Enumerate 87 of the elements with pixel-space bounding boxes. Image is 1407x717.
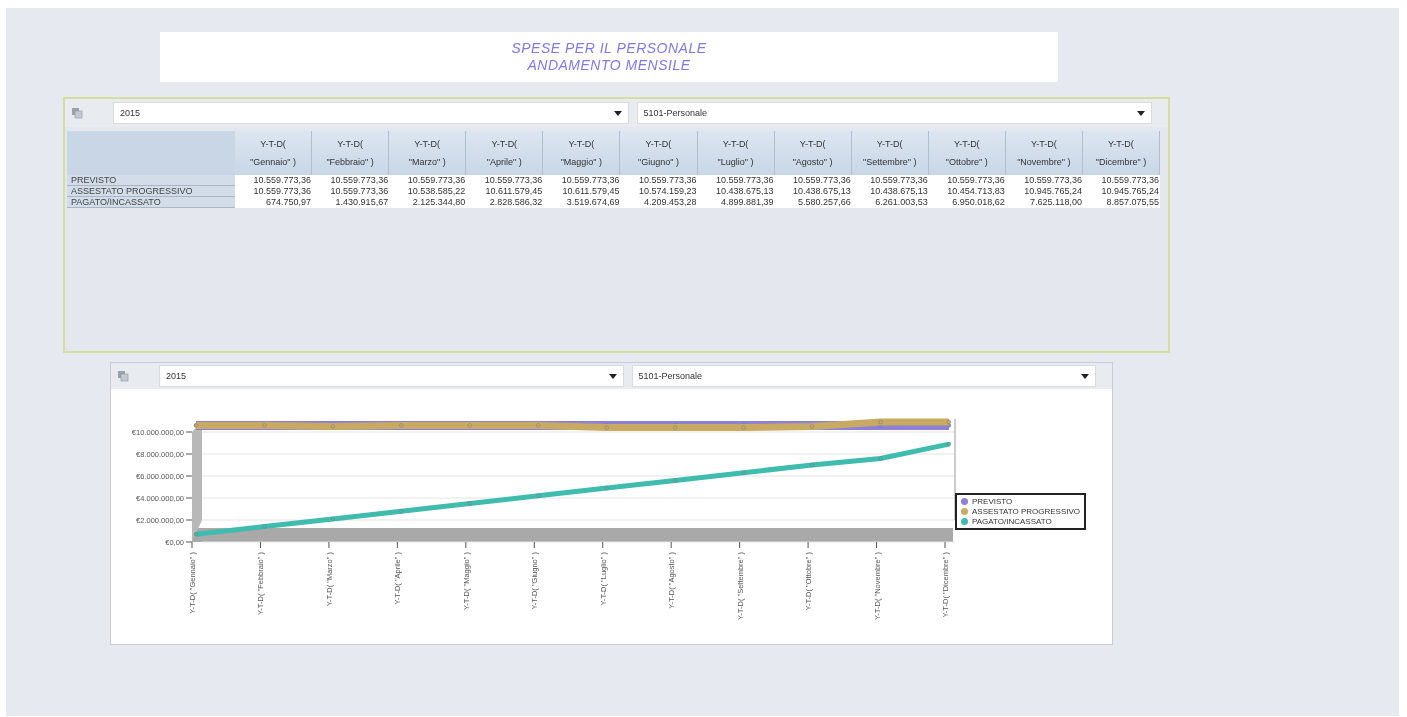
data-point <box>741 470 746 475</box>
table-cell: 10.574.159,23 <box>620 186 698 197</box>
axis-tick <box>185 497 193 499</box>
caret-icon <box>1081 373 1089 379</box>
legend-label: PREVISTO <box>972 497 1013 506</box>
axis-tick <box>185 431 193 433</box>
page-title: SPESE PER IL PERSONALE <box>511 40 707 57</box>
column-header: Y-T-D( "Novembre" ) <box>1005 131 1083 175</box>
column-header: Y-T-D( "Luglio" ) <box>697 131 775 175</box>
table-cell: 10.559.773,36 <box>235 175 313 186</box>
table-cell: 1.430.915,67 <box>312 197 390 208</box>
column-header: Y-T-D( "Agosto" ) <box>774 131 852 175</box>
table-cell: 674.750,97 <box>235 197 313 208</box>
data-point <box>878 456 883 461</box>
table-cell: 10.438.675,13 <box>851 186 929 197</box>
copy-icon[interactable] <box>71 107 83 119</box>
table-cell: 10.559.773,36 <box>312 175 390 186</box>
column-header: Y-T-D( "Aprile" ) <box>466 131 544 175</box>
table-cell: 3.519.674,69 <box>543 197 621 208</box>
column-header: Y-T-D( "Gennaio" ) <box>235 131 313 175</box>
column-header: Y-T-D( "Febbraio" ) <box>312 131 390 175</box>
table-cell: 10.559.773,36 <box>851 175 929 186</box>
table-cell: 10.559.773,36 <box>466 175 544 186</box>
axis-tick <box>185 453 193 455</box>
caret-icon <box>608 373 617 379</box>
table-cell: 10.611.579,45 <box>466 186 544 197</box>
copy-icon[interactable] <box>117 370 129 382</box>
caret-icon <box>1137 110 1145 116</box>
data-point <box>536 493 541 498</box>
column-header: Y-T-D( "Maggio" ) <box>543 131 621 175</box>
table-cell: 10.559.773,36 <box>1082 175 1160 186</box>
table-cell: 7.625.118,00 <box>1005 197 1083 208</box>
legend-label: PAGATO/INCASSATO <box>972 517 1052 526</box>
caret-icon <box>613 110 622 116</box>
data-point <box>193 532 199 537</box>
table-cell: 10.438.675,13 <box>774 186 852 197</box>
data-point <box>262 524 267 529</box>
table-cell: 10.559.773,36 <box>774 175 852 186</box>
axis-tick <box>185 475 193 477</box>
data-point <box>673 478 678 483</box>
table-cell: 4.899.881,39 <box>697 197 775 208</box>
table-cell: 10.611.579,45 <box>543 186 621 197</box>
column-header: Y-T-D( "Marzo" ) <box>389 131 467 175</box>
column-header: Y-T-D( "Dicembre" ) <box>1082 131 1160 175</box>
table-cell: 10.559.773,36 <box>543 175 621 186</box>
table-cell: 10.559.773,36 <box>235 186 313 197</box>
table-cell: 10.438.675,13 <box>697 186 775 197</box>
data-point <box>810 462 815 468</box>
column-header: Y-T-D( "Giugno" ) <box>620 131 698 175</box>
table-cell: 2.125.344,80 <box>389 197 467 208</box>
axis-tick <box>185 519 193 521</box>
data-point <box>467 501 472 506</box>
data-point <box>946 442 952 447</box>
column-header: Y-T-D( "Settembre" ) <box>851 131 929 175</box>
data-point <box>741 425 746 430</box>
row-header: PAGATO/INCASSATO <box>67 197 235 208</box>
dropdown[interactable]: 5101-Personale <box>631 365 1096 387</box>
table-cell: 10.559.773,36 <box>928 175 1006 186</box>
data-point <box>810 424 815 429</box>
column-header: Y-T-D( "Ottobre" ) <box>928 131 1006 175</box>
page-title: ANDAMENTO MENSILE <box>527 57 691 74</box>
table-cell: 8.857.075,55 <box>1082 197 1160 208</box>
row-header: PREVISTO <box>67 175 235 186</box>
data-point <box>604 425 609 430</box>
table-cell: 2.828.586,32 <box>466 197 544 208</box>
legend-label: ASSESTATO PROGRESSIVO <box>972 507 1081 516</box>
table-cell: 10.454.713,83 <box>928 186 1006 197</box>
table-cell: 10.559.773,36 <box>697 175 775 186</box>
data-point <box>604 486 609 491</box>
data-point <box>330 516 335 521</box>
dropdown[interactable]: 5101-Personale <box>636 102 1152 124</box>
table-cell: 10.559.773,36 <box>1005 175 1083 186</box>
table-cell: 10.559.773,36 <box>389 175 467 186</box>
data-point <box>399 509 404 514</box>
table-cell: 4.209.453,28 <box>620 197 698 208</box>
data-point <box>673 425 678 430</box>
data-point <box>330 424 335 429</box>
table-cell: 10.538.585,22 <box>389 186 467 197</box>
table-cell: 10.559.773,36 <box>312 186 390 197</box>
table-cell: 10.945.765,24 <box>1082 186 1160 197</box>
dropdown[interactable]: 2015 <box>159 365 624 387</box>
table-cell: 10.559.773,36 <box>620 175 698 186</box>
table-cell: 6.261.003,53 <box>851 197 929 208</box>
table-cell: 5.580.257,66 <box>774 197 852 208</box>
table-cell: 10.945.765,24 <box>1005 186 1083 197</box>
table-cell: 6.950.018,62 <box>928 197 1006 208</box>
dropdown[interactable]: 2015 <box>113 102 629 124</box>
